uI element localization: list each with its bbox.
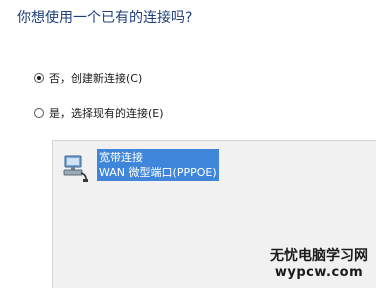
connection-item-text: 宽带连接 WAN 微型端口(PPPOE) bbox=[97, 149, 219, 181]
option-create-new-label: 否，创建新连接(C) bbox=[49, 72, 143, 85]
connection-detail: WAN 微型端口(PPPOE) bbox=[99, 166, 217, 179]
option-use-existing[interactable]: 是，选择现有的连接(E) bbox=[34, 105, 164, 121]
radio-button-unselected[interactable] bbox=[34, 108, 44, 118]
watermark-line1: 无忧电脑学习网 bbox=[270, 248, 368, 264]
option-create-new[interactable]: 否，创建新连接(C) bbox=[34, 70, 142, 86]
page-question: 你想使用一个已有的连接吗? bbox=[17, 10, 193, 26]
radio-button-selected[interactable] bbox=[34, 73, 44, 83]
network-computer-icon bbox=[61, 153, 91, 183]
connection-item[interactable]: 宽带连接 WAN 微型端口(PPPOE) bbox=[61, 149, 219, 183]
watermark-line2: wypcw.com bbox=[274, 265, 364, 280]
site-watermark: 无忧电脑学习网 wypcw.com bbox=[270, 248, 368, 280]
option-use-existing-label: 是，选择现有的连接(E) bbox=[49, 107, 164, 120]
connection-name: 宽带连接 bbox=[99, 151, 143, 164]
connection-wizard-page: 你想使用一个已有的连接吗? 否，创建新连接(C) 是，选择现有的连接(E) 宽带… bbox=[0, 0, 376, 288]
